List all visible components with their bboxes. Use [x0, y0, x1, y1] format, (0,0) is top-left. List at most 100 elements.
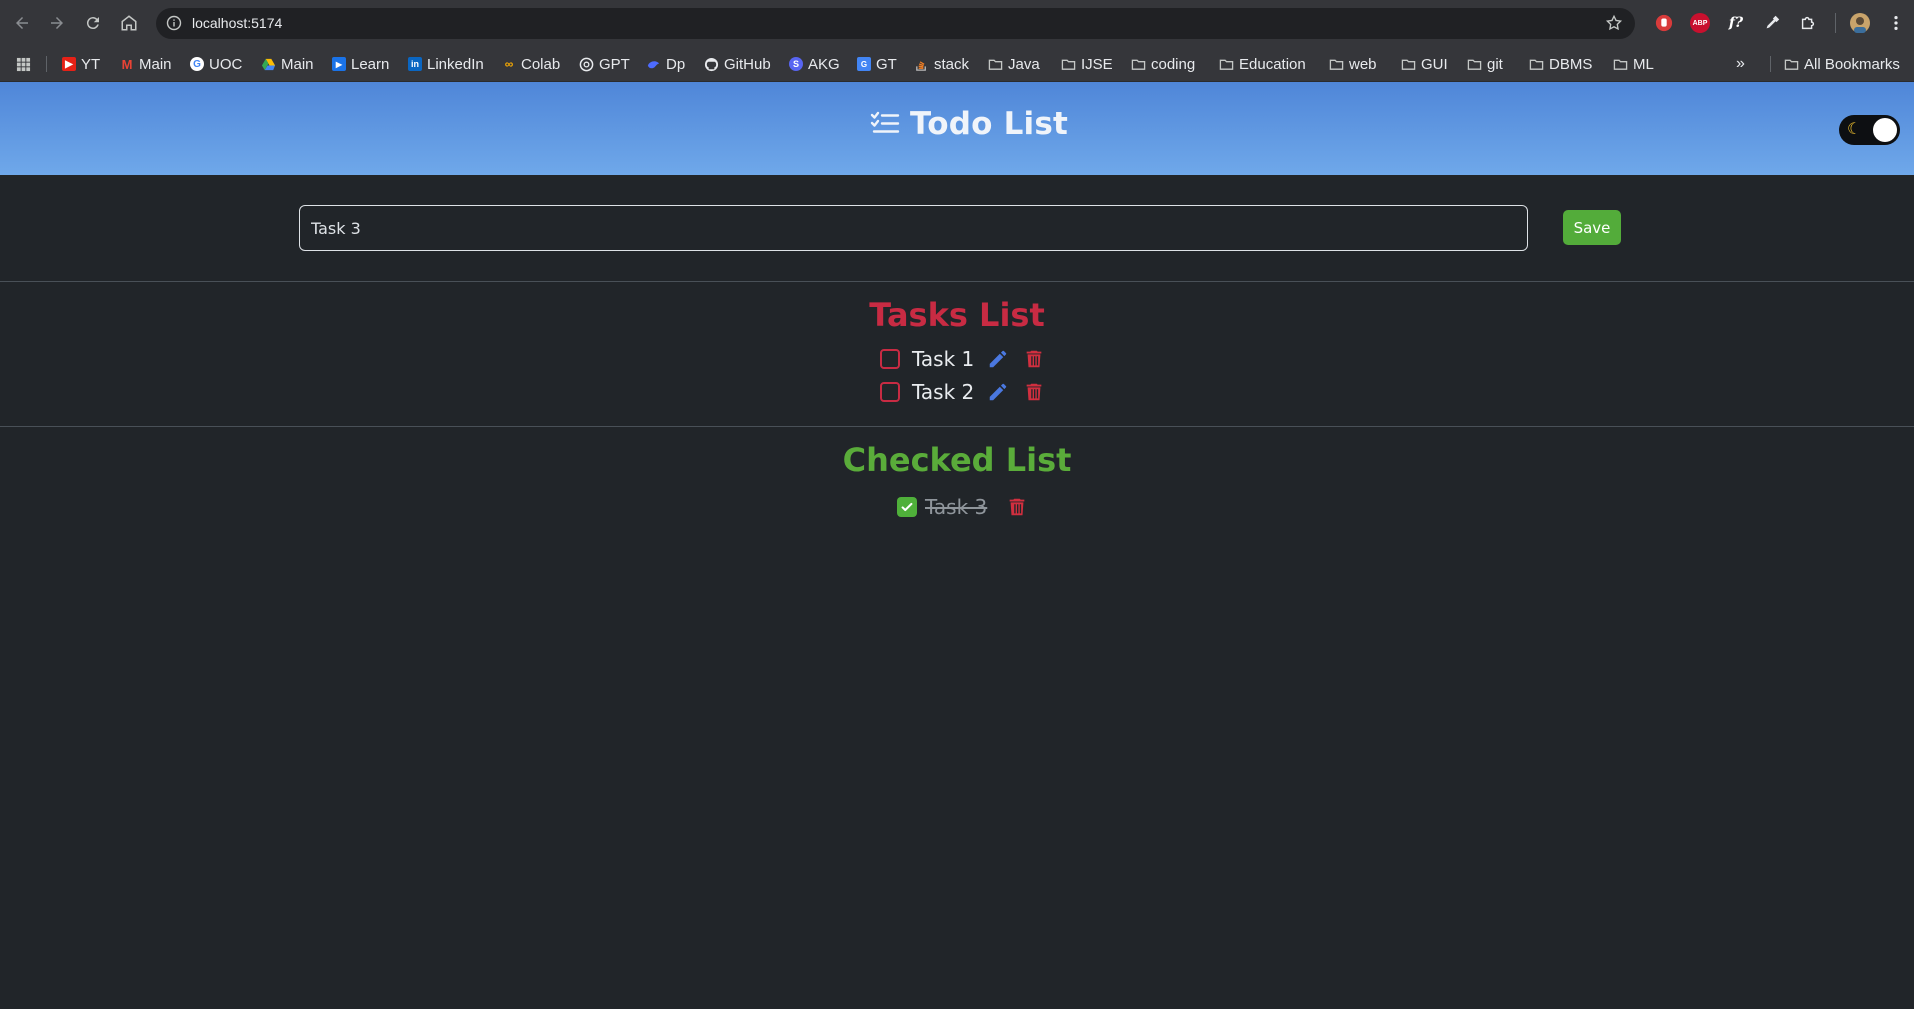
bookmark-stack[interactable]: stack — [914, 54, 969, 74]
theme-toggle[interactable]: ☾ — [1839, 115, 1900, 145]
bookmark-label: GPT — [599, 55, 630, 73]
bookmark-yt[interactable]: ▶ YT — [62, 54, 100, 74]
bookmark-folder-java[interactable]: Java — [988, 54, 1040, 74]
bookmark-dp[interactable]: Dp — [646, 54, 685, 74]
task-label-done: Task 3 — [925, 495, 988, 519]
chrome-menu-icon[interactable] — [1886, 13, 1906, 33]
bookmark-label: Learn — [351, 55, 390, 73]
bookmark-label: UOC — [209, 55, 243, 73]
folder-icon — [1219, 59, 1234, 70]
bookmark-folder-education[interactable]: Education — [1219, 54, 1306, 74]
bookmark-main-gmail[interactable]: M Main — [120, 54, 172, 74]
bookmark-label: Colab — [521, 55, 561, 73]
home-icon[interactable] — [118, 12, 140, 34]
drive-icon — [261, 58, 276, 70]
reload-icon[interactable] — [82, 12, 104, 34]
bookmark-folder-web[interactable]: web — [1329, 54, 1377, 74]
translate-icon: G — [857, 57, 871, 71]
bookmark-linkedin[interactable]: in LinkedIn — [408, 54, 484, 74]
save-button[interactable]: Save — [1563, 210, 1621, 245]
folder-icon — [1061, 59, 1076, 70]
all-bookmarks-label: All Bookmarks — [1804, 55, 1900, 73]
delete-icon[interactable] — [1022, 380, 1046, 404]
bookmark-folder-dbms[interactable]: DBMS — [1529, 54, 1592, 74]
forward-icon[interactable] — [46, 12, 68, 34]
formula-extension-icon[interactable]: f? — [1726, 13, 1746, 33]
task-label: Task 1 — [912, 347, 975, 371]
gmail-icon: M — [121, 56, 133, 72]
checkmark-icon — [901, 502, 913, 512]
edit-icon[interactable] — [986, 347, 1010, 371]
github-icon — [704, 57, 719, 71]
google-icon: G — [190, 57, 204, 71]
colab-icon: ∞ — [504, 57, 514, 71]
extensions-puzzle-icon[interactable] — [1798, 13, 1818, 33]
more-bookmarks-chevron-icon[interactable]: » — [1736, 54, 1745, 74]
folder-icon — [1131, 59, 1146, 70]
learn-icon: ▶ — [332, 57, 346, 71]
bookmark-folder-ml[interactable]: ML — [1613, 54, 1654, 74]
bookmark-folder-ijse[interactable]: IJSE — [1061, 54, 1113, 74]
bookmarks-bar: ▶ YT M Main G UOC Main ▶ Learn in Linked… — [0, 46, 1914, 82]
task-checkbox[interactable] — [880, 382, 900, 402]
eyedropper-icon[interactable] — [1762, 13, 1782, 33]
apps-grid-icon[interactable] — [16, 54, 31, 74]
task-label: Task 2 — [912, 380, 975, 404]
section-divider — [0, 426, 1914, 427]
bookmarks-separator — [46, 56, 47, 72]
folder-icon — [1401, 59, 1416, 70]
folder-icon — [1329, 59, 1344, 70]
list-item: Task 3 — [897, 494, 1029, 520]
bookmark-folder-coding[interactable]: coding — [1131, 54, 1195, 74]
bookmark-label: Education — [1239, 55, 1306, 73]
bookmark-label: Main — [139, 55, 172, 73]
site-info-icon[interactable] — [166, 15, 182, 31]
folder-icon — [1467, 59, 1482, 70]
browser-toolbar: localhost:5174 ABP f? — [0, 0, 1914, 46]
bookmark-star-icon[interactable] — [1605, 14, 1623, 32]
bookmark-label: GitHub — [724, 55, 771, 73]
bookmark-learn[interactable]: ▶ Learn — [332, 54, 389, 74]
all-bookmarks-folder[interactable]: All Bookmarks — [1784, 54, 1900, 74]
bookmark-label: git — [1487, 55, 1503, 73]
delete-icon[interactable] — [1005, 495, 1029, 519]
checklist-icon — [870, 111, 900, 133]
bookmark-main-drive[interactable]: Main — [261, 54, 314, 74]
task-input[interactable] — [299, 205, 1528, 251]
section-divider — [0, 281, 1914, 282]
folder-icon — [1784, 59, 1799, 70]
bookmark-uoc[interactable]: G UOC — [190, 54, 242, 74]
bookmark-folder-git[interactable]: git — [1467, 54, 1503, 74]
bookmark-label: Main — [281, 55, 314, 73]
youtube-icon: ▶ — [62, 57, 76, 71]
bookmark-folder-gui[interactable]: GUI — [1401, 54, 1448, 74]
delete-icon[interactable] — [1022, 347, 1046, 371]
openai-icon — [579, 57, 594, 71]
edit-icon[interactable] — [986, 380, 1010, 404]
bookmark-gt[interactable]: G GT — [857, 54, 897, 74]
extension-hand-icon[interactable] — [1654, 13, 1674, 33]
bookmark-colab[interactable]: ∞ Colab — [502, 54, 560, 74]
back-icon[interactable] — [11, 12, 33, 34]
folder-icon — [1529, 59, 1544, 70]
bookmark-gpt[interactable]: GPT — [579, 54, 630, 74]
bookmark-label: stack — [934, 55, 970, 73]
task-checkbox-checked[interactable] — [897, 497, 917, 517]
bookmark-label: ML — [1633, 55, 1654, 73]
bookmark-label: coding — [1151, 55, 1196, 73]
url-text[interactable]: localhost:5174 — [192, 15, 282, 31]
app-header: Todo List ☾ — [0, 82, 1914, 175]
address-bar[interactable]: localhost:5174 — [156, 8, 1635, 39]
toggle-knob — [1873, 118, 1897, 142]
adblock-icon[interactable]: ABP — [1690, 13, 1710, 33]
bookmark-github[interactable]: GitHub — [704, 54, 771, 74]
bookmark-label: YT — [81, 55, 101, 73]
profile-avatar[interactable] — [1850, 13, 1870, 33]
task-checkbox[interactable] — [880, 349, 900, 369]
linkedin-icon: in — [408, 57, 422, 71]
bookmark-label: GT — [876, 55, 897, 73]
bookmark-label: AKG — [808, 55, 840, 73]
bookmark-akg[interactable]: S AKG — [789, 54, 840, 74]
list-item: Task 2 — [880, 379, 1046, 405]
tasks-list-title: Tasks List — [869, 296, 1045, 334]
